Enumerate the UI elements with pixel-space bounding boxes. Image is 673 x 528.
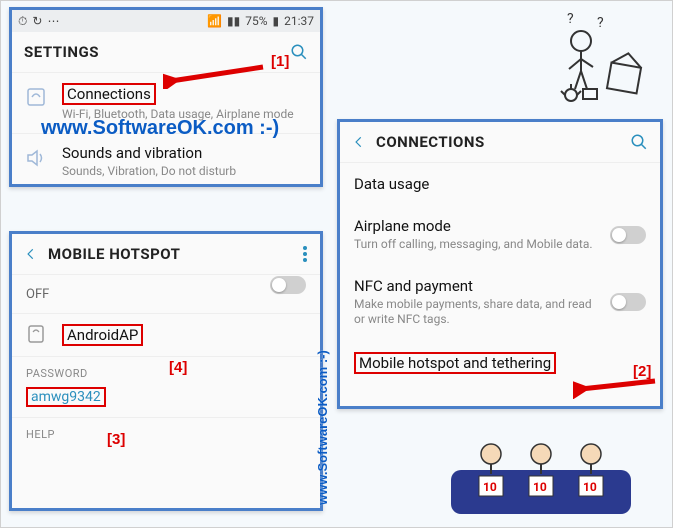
hotspot-header: MOBILE HOTSPOT [12,234,320,274]
svg-text:?: ? [567,11,574,27]
settings-item-connections[interactable]: Connections Wi-Fi, Bluetooth, Data usage… [12,72,320,133]
nfc-title: NFC and payment [354,277,646,295]
connections-item-nfc[interactable]: NFC and payment Make mobile payments, sh… [340,265,660,340]
settings-screen: ⏱ ↻ ⋯ 📶 ▮▮ 75% ▮ 21:37 SETTINGS Connecti… [9,7,323,187]
password-row[interactable]: amwg9342 [12,384,320,417]
battery-icon: ▮ [273,14,280,28]
status-bar: ⏱ ↻ ⋯ 📶 ▮▮ 75% ▮ 21:37 [12,10,320,32]
sound-icon [24,146,48,170]
more-icon[interactable] [302,245,308,263]
svg-text:10: 10 [483,480,497,494]
nfc-subtitle: Make mobile payments, share data, and re… [354,297,646,328]
airplane-toggle[interactable] [610,226,646,244]
connections-item-data-usage[interactable]: Data usage [340,162,660,205]
password-label: PASSWORD [12,356,320,384]
connections-title: CONNECTIONS [376,133,485,151]
svg-text:10: 10 [533,480,547,494]
nfc-toggle[interactable] [610,293,646,311]
hotspot-ssid: AndroidAP [62,324,143,346]
hotspot-screen: MOBILE HOTSPOT OFF AndroidAP PASSWORD am… [9,231,323,511]
svg-text:?: ? [597,15,604,31]
airplane-subtitle: Turn off calling, messaging, and Mobile … [354,237,646,253]
connections-subtitle: Wi-Fi, Bluetooth, Data usage, Airplane m… [62,107,306,123]
more-status-icon: ⋯ [47,14,59,28]
connections-item-hotspot-tethering[interactable]: Mobile hotspot and tethering [340,340,660,378]
clock: 21:37 [284,14,314,28]
wifi-icon: 📶 [207,14,222,28]
settings-item-sounds[interactable]: Sounds and vibration Sounds, Vibration, … [12,133,320,190]
hotspot-state-label: OFF [26,287,49,302]
connections-title: Connections [62,83,156,105]
hotspot-toggle[interactable] [270,276,306,294]
signal-icon: ▮▮ [227,14,240,28]
sounds-subtitle: Sounds, Vibration, Do not disturb [62,164,306,180]
sync-icon: ↻ [32,14,42,28]
hotspot-state-row[interactable]: OFF [12,274,320,313]
back-icon[interactable] [352,135,366,149]
judges-doodle: 10 10 10 [421,426,661,522]
hotspot-tethering-title: Mobile hotspot and tethering [354,352,556,374]
connections-item-airplane[interactable]: Airplane mode Turn off calling, messagin… [340,205,660,265]
airplane-title: Airplane mode [354,217,646,235]
sounds-title: Sounds and vibration [62,144,306,162]
battery-text: 75% [245,14,267,28]
back-icon[interactable] [24,247,38,261]
hotspot-title: MOBILE HOTSPOT [48,245,180,263]
connections-header: CONNECTIONS [340,122,660,162]
search-icon[interactable] [630,133,648,151]
data-usage-title: Data usage [354,175,646,193]
connections-icon [24,85,48,109]
settings-title: SETTINGS [24,43,99,61]
search-icon[interactable] [290,43,308,61]
hotspot-device-icon [24,322,48,346]
connections-screen: CONNECTIONS Data usage Airplane mode Tur… [337,119,663,409]
help-label: HELP [12,417,320,445]
hotspot-password: amwg9342 [26,387,106,407]
alarm-icon: ⏱ [18,14,27,29]
confused-person-doodle: ? ? [531,9,651,109]
svg-text:10: 10 [583,480,597,494]
settings-header: SETTINGS [12,32,320,72]
hotspot-ssid-row[interactable]: AndroidAP [12,313,320,356]
